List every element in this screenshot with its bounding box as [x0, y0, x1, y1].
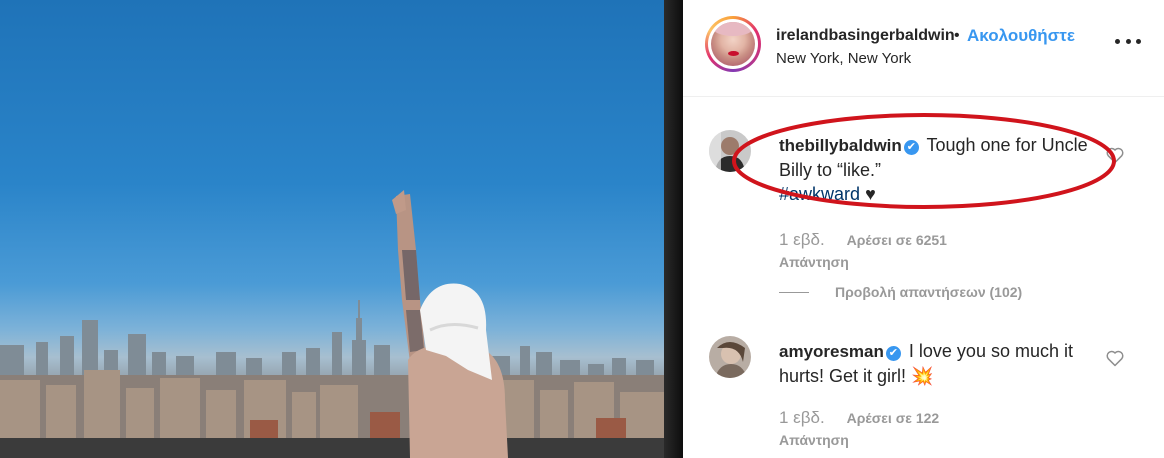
story-avatar[interactable] — [705, 16, 761, 72]
comment-time: 1 εβδ. — [779, 230, 825, 249]
comment-text-block: thebillybaldwin ✔ Tough one for Uncle Bil… — [779, 133, 1089, 206]
comment-username[interactable]: amyoresman — [779, 342, 884, 361]
view-replies-button[interactable]: Προβολή απαντήσεων (102) — [779, 284, 1022, 300]
verified-badge-icon: ✔ — [885, 346, 901, 361]
city-skyline-image — [0, 190, 683, 458]
post-photo[interactable] — [0, 0, 683, 458]
photo-border — [664, 0, 683, 458]
more-options-icon[interactable] — [1115, 34, 1141, 48]
commenter-avatar[interactable] — [709, 336, 751, 378]
post-header: irelandbasingerbaldwin • Ακολουθήστε New… — [683, 0, 1164, 97]
heart-emoji: ♥ — [865, 184, 876, 204]
separator-dot: • — [954, 27, 960, 44]
heart-outline-icon[interactable] — [1105, 145, 1125, 165]
comment-time: 1 εβδ. — [779, 408, 825, 427]
comment-likes[interactable]: Αρέσει σε 6251 — [847, 232, 947, 248]
heart-outline-icon[interactable] — [1105, 348, 1125, 368]
hashtag-link[interactable]: #awkward — [779, 184, 860, 204]
commenter-avatar[interactable] — [709, 130, 751, 172]
collision-emoji: 💥 — [911, 366, 934, 386]
comment-username[interactable]: thebillybaldwin — [779, 136, 902, 155]
reply-button[interactable]: Απάντηση — [779, 254, 849, 270]
follow-button[interactable]: Ακολουθήστε — [967, 26, 1075, 46]
comment-meta: 1 εβδ. Αρέσει σε 122 — [779, 408, 939, 428]
post-side-panel: irelandbasingerbaldwin • Ακολουθήστε New… — [683, 0, 1164, 458]
avatar-image — [711, 22, 755, 66]
verified-badge-icon: ✔ — [903, 140, 919, 155]
reply-button[interactable]: Απάντηση — [779, 432, 849, 448]
post-location[interactable]: New York, New York — [776, 50, 911, 67]
comment-text-block: amyoresman ✔ I love you so much it hurts!… — [779, 339, 1089, 388]
comment-likes[interactable]: Αρέσει σε 122 — [847, 410, 940, 426]
post-username[interactable]: irelandbasingerbaldwin — [776, 27, 954, 45]
comment-meta: 1 εβδ. Αρέσει σε 6251 — [779, 230, 947, 250]
